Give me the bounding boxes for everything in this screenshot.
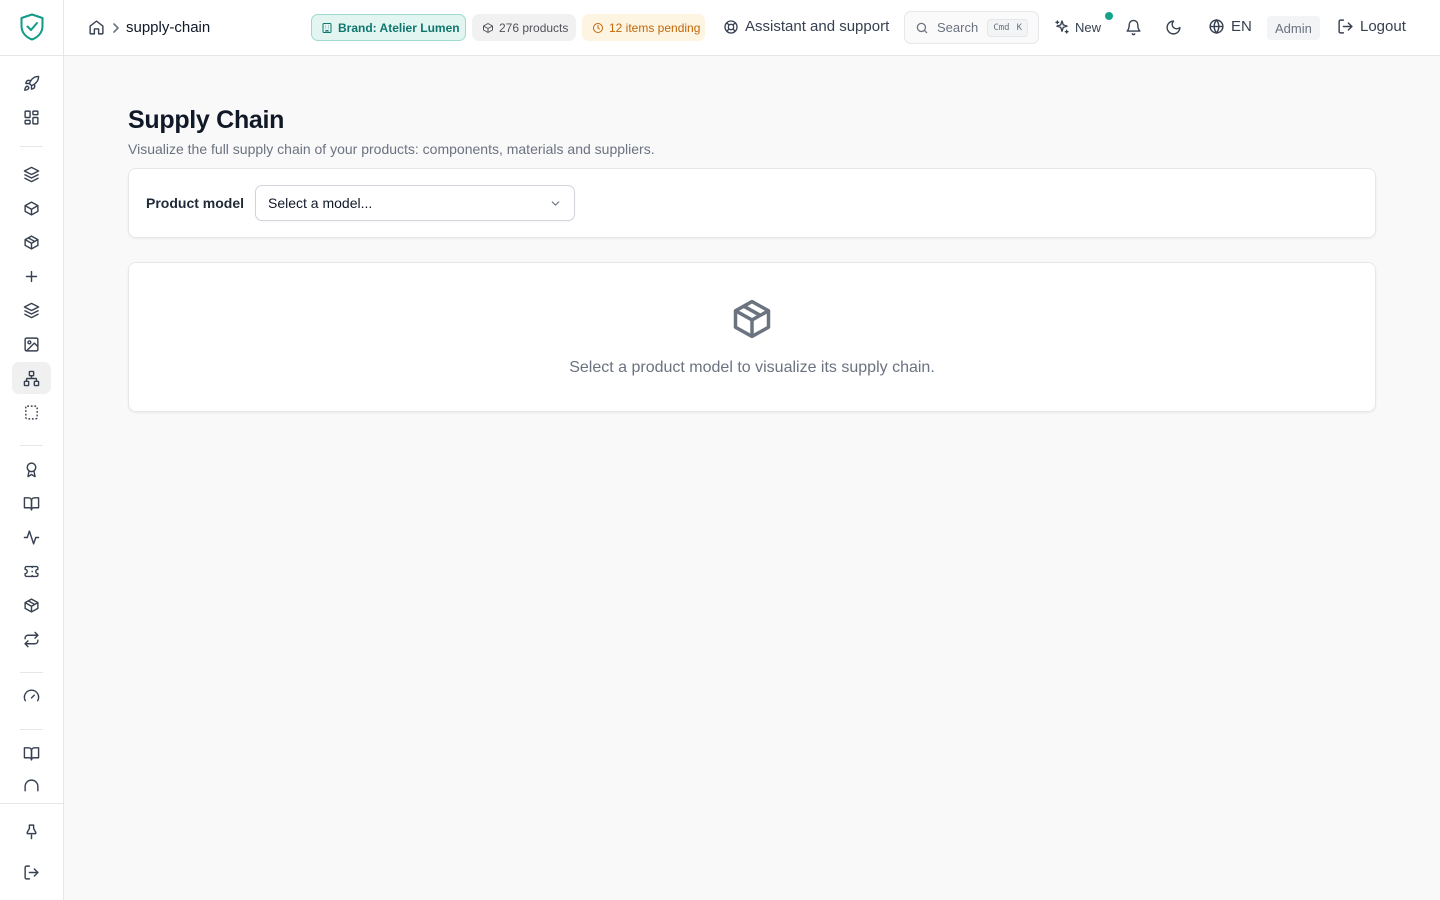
hierarchy-icon[interactable] <box>12 362 51 394</box>
dashboard-grid-icon[interactable] <box>12 101 51 133</box>
lifebuoy-icon <box>724 19 738 34</box>
sidebar-divider <box>0 55 64 56</box>
brand-badge-label: Brand: Atelier Lumen <box>338 20 460 35</box>
product-model-select-value: Select a model... <box>268 195 373 211</box>
empty-state-message: Select a product model to visualize its … <box>569 359 935 376</box>
logout-icon[interactable] <box>12 856 51 888</box>
pending-items-label: 12 items pending <box>609 20 701 35</box>
products-count-label: 276 products <box>499 20 569 35</box>
award-icon[interactable] <box>12 453 51 485</box>
language-label: EN <box>1231 18 1252 35</box>
layers-icon[interactable] <box>12 158 51 190</box>
chevron-right-icon <box>111 22 121 34</box>
sparkles-icon <box>1055 20 1069 34</box>
product-model-label: Product model <box>146 195 245 211</box>
empty-state-card: Select a product model to visualize its … <box>128 262 1376 412</box>
search-button[interactable]: Search Cmd K <box>904 11 1039 44</box>
package-icon <box>730 296 774 342</box>
image-icon[interactable] <box>12 328 51 360</box>
book-open-icon[interactable] <box>12 487 51 519</box>
shortcut-modifier: Cmd <box>993 22 1010 33</box>
chevron-down-icon <box>551 200 560 206</box>
pending-items-badge[interactable]: 12 items pending <box>582 14 705 41</box>
ticket-icon[interactable] <box>12 555 51 587</box>
globe-icon <box>1209 19 1224 34</box>
building-icon <box>322 22 332 33</box>
bell-icon[interactable] <box>1125 19 1142 36</box>
search-icon <box>916 22 928 33</box>
logout-label: Logout <box>1360 18 1406 35</box>
brand-badge[interactable]: Brand: Atelier Lumen <box>311 14 466 41</box>
dashed-frame-icon[interactable] <box>12 396 51 428</box>
activity-icon[interactable] <box>12 521 51 553</box>
shield-check-icon[interactable] <box>19 13 45 41</box>
home-icon[interactable] <box>88 19 105 36</box>
package-icon[interactable] <box>12 589 51 621</box>
filter-card: Product model Select a model... <box>128 168 1376 238</box>
new-indicator-dot <box>1105 12 1113 20</box>
assistant-support-button[interactable]: Assistant and support <box>723 18 889 35</box>
shortcut-key: K <box>1016 22 1022 33</box>
box-outline-icon[interactable] <box>12 226 51 258</box>
logout-icon <box>1338 19 1353 34</box>
language-selector[interactable]: EN <box>1208 18 1252 35</box>
sidebar-separator <box>20 146 43 147</box>
moon-icon[interactable] <box>1165 19 1182 36</box>
new-features-button[interactable]: New <box>1054 19 1101 35</box>
plus-icon[interactable] <box>12 260 51 292</box>
logout-button[interactable]: Logout <box>1337 18 1406 35</box>
headphones-icon[interactable] <box>12 774 51 802</box>
layers-stack-icon[interactable] <box>12 294 51 326</box>
product-model-select[interactable]: Select a model... <box>255 185 575 221</box>
gauge-icon[interactable] <box>12 680 51 712</box>
top-header: supply-chain Brand: Atelier Lumen 276 pr… <box>64 0 1440 56</box>
book-icon[interactable] <box>12 737 51 769</box>
assistant-support-label: Assistant and support <box>745 18 890 35</box>
sidebar <box>0 0 64 900</box>
search-label: Search <box>937 20 979 35</box>
page-title: Supply Chain <box>128 106 285 134</box>
rocket-icon[interactable] <box>12 67 51 99</box>
clock-icon <box>593 22 603 33</box>
products-count-badge[interactable]: 276 products <box>472 14 576 41</box>
box-icon <box>483 22 493 33</box>
pin-icon[interactable] <box>12 815 51 847</box>
new-label: New <box>1075 19 1102 35</box>
page-subtitle: Visualize the full supply chain of your … <box>128 141 655 157</box>
search-shortcut: Cmd K <box>987 18 1028 37</box>
box-icon[interactable] <box>12 192 51 224</box>
breadcrumb-current: supply-chain <box>126 19 211 36</box>
sidebar-separator <box>20 729 43 730</box>
sidebar-separator <box>20 445 43 446</box>
repeat-icon[interactable] <box>12 623 51 655</box>
sidebar-separator <box>20 672 43 673</box>
role-badge: Admin <box>1267 16 1320 40</box>
sidebar-divider <box>0 803 64 804</box>
